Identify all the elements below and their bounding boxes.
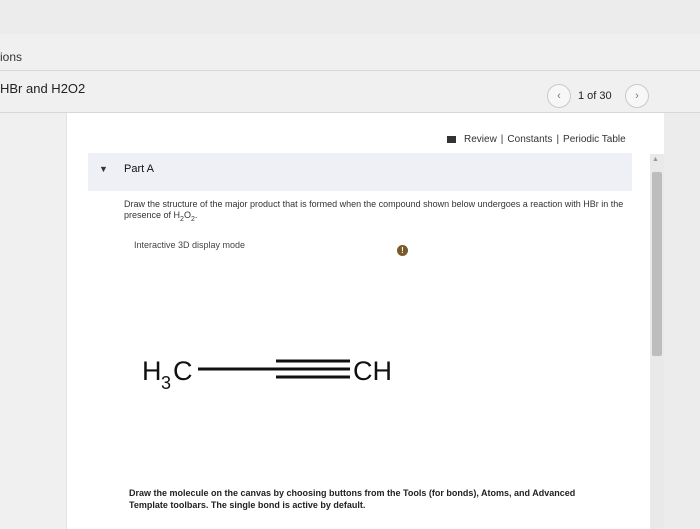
left-atom-subscript: 3 (161, 373, 171, 393)
top-bar (0, 0, 700, 34)
left-atom-h: H (142, 356, 162, 386)
resource-links: Review | Constants | Periodic Table (447, 134, 626, 145)
part-a-label[interactable]: Part A (124, 163, 154, 175)
interactive-3d-mode-toggle[interactable]: Interactive 3D display mode (134, 240, 245, 250)
scroll-up-icon[interactable]: ▲ (652, 156, 659, 163)
right-margin (664, 113, 700, 529)
header-divider (0, 70, 700, 71)
prev-question-button[interactable]: ‹ (547, 84, 571, 108)
caret-down-icon[interactable]: ▼ (99, 164, 108, 174)
chevron-right-icon: › (635, 90, 639, 102)
right-group-ch: CH (353, 356, 392, 386)
separator: | (556, 134, 560, 145)
drawing-instructions: Draw the molecule on the canvas by choos… (129, 488, 576, 510)
question-counter: 1 of 30 (578, 90, 612, 102)
page-title: HBr and H2O2 (0, 81, 86, 96)
next-question-button[interactable]: › (625, 84, 649, 108)
question-text: Draw the structure of the major product … (124, 199, 624, 223)
periodic-table-link[interactable]: Periodic Table (563, 134, 626, 145)
left-atom-c: C (173, 356, 193, 386)
resources-icon (447, 136, 456, 143)
breadcrumb[interactable]: ions (0, 50, 22, 64)
info-icon[interactable]: ! (397, 245, 408, 256)
review-link[interactable]: Review (464, 134, 497, 145)
alkyne-structure: H 3 C CH (142, 356, 392, 393)
chevron-left-icon: ‹ (557, 90, 561, 102)
constants-link[interactable]: Constants (507, 134, 552, 145)
scrollbar-thumb[interactable] (652, 172, 662, 356)
panel-border (66, 113, 67, 529)
part-a-header[interactable] (88, 153, 632, 191)
separator: | (500, 134, 504, 145)
